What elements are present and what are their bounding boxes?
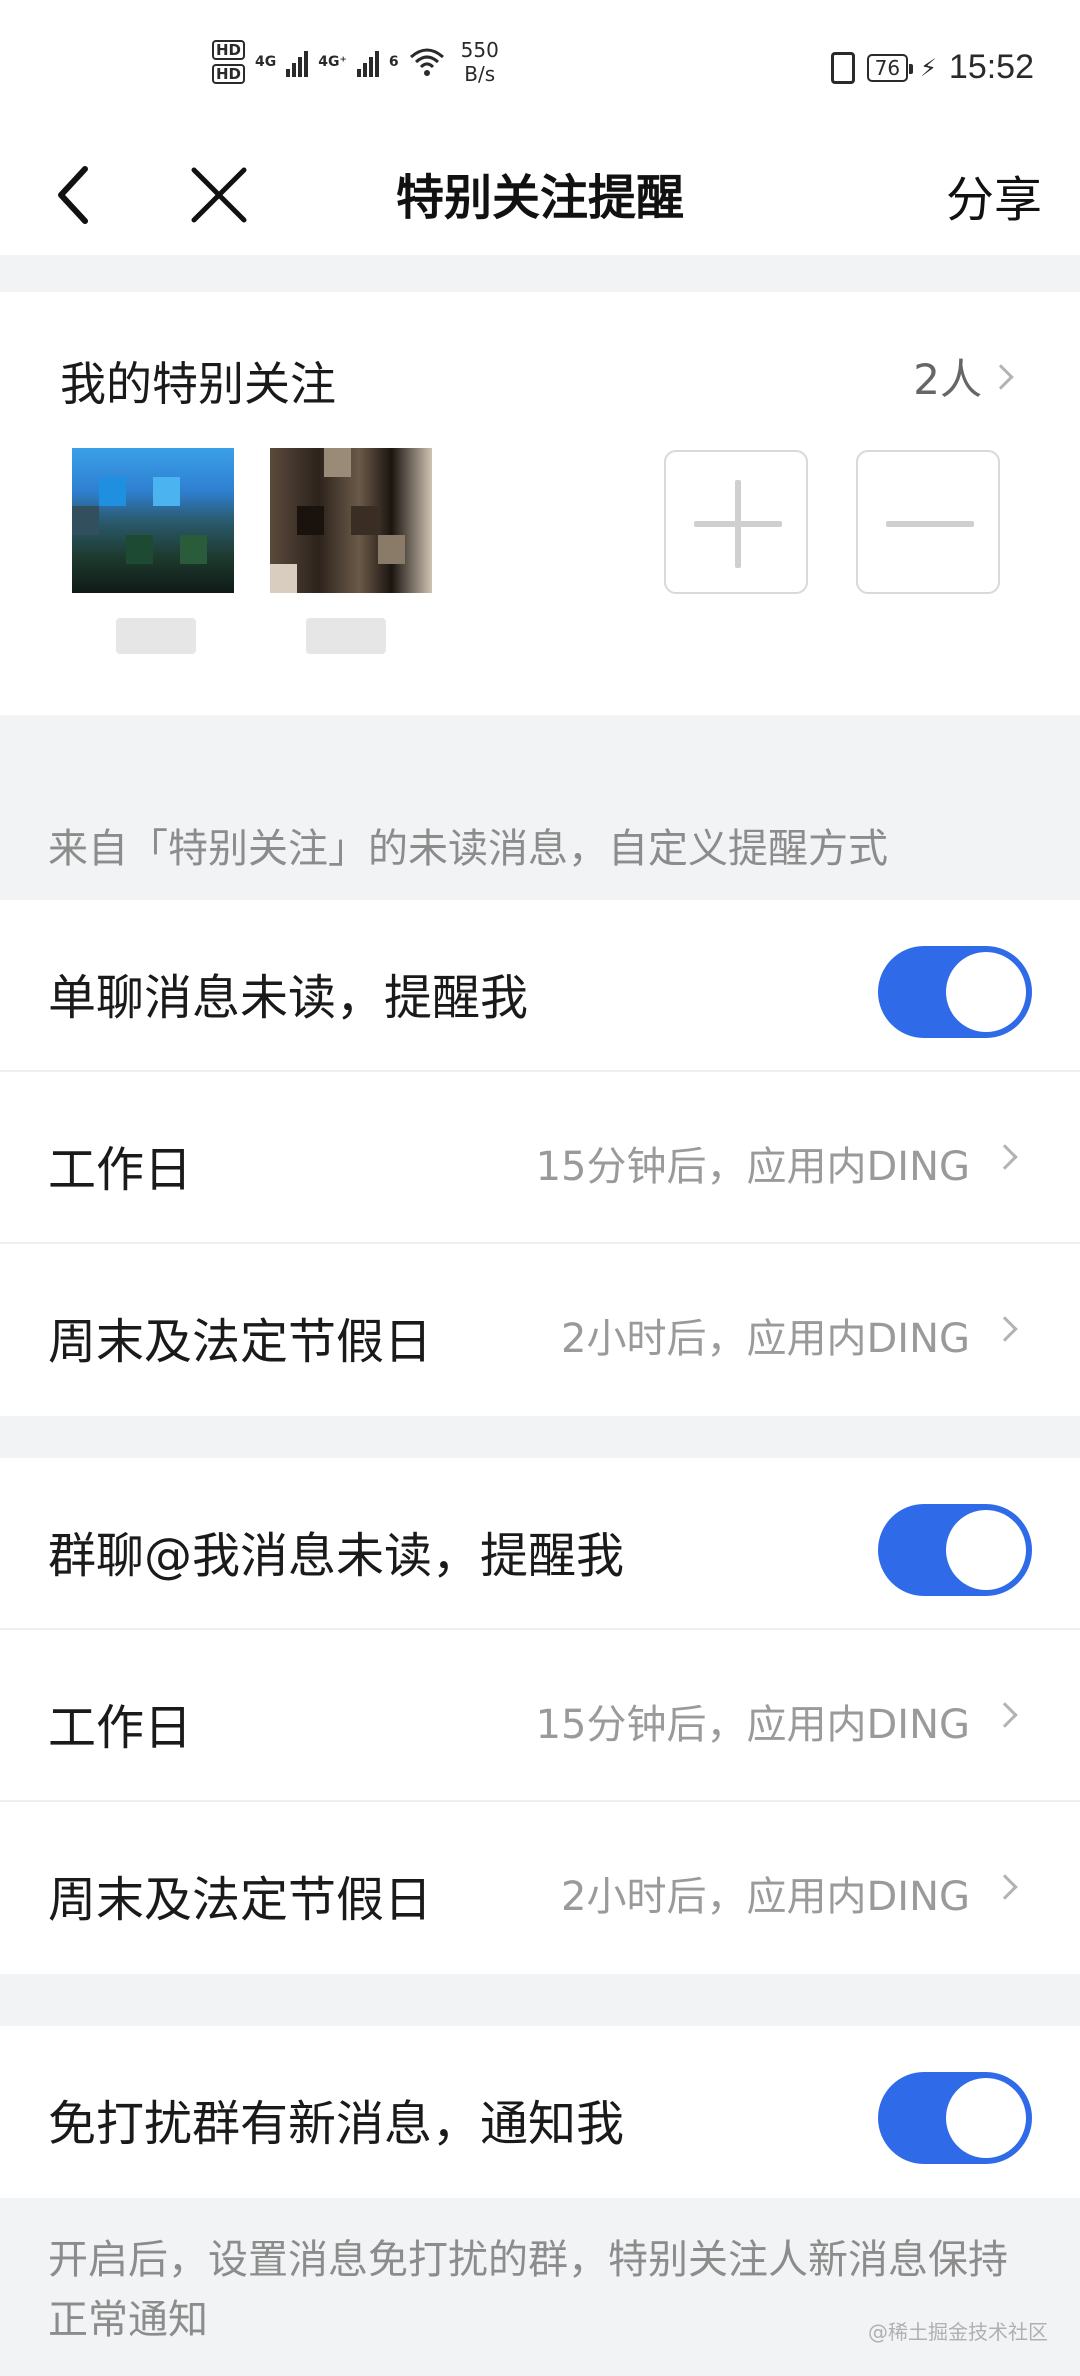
holiday-label: 周末及法定节假日 [48,1872,433,1928]
single-chat-toggle-row: 单聊消息未读，提醒我 [0,900,1080,1072]
chevron-right-icon [992,1702,1018,1728]
charging-icon: ⚡ [920,53,937,82]
back-button[interactable] [28,150,118,240]
dnd-toggle-label: 免打扰群有新消息，通知我 [48,2096,625,2152]
single-chat-group: 单聊消息未读，提醒我 工作日 15分钟后，应用内DING 周末及法定节假日 2小… [0,900,1080,1416]
chevron-right-icon [988,363,1014,390]
nav-bar: 特别关注提醒 分享 [0,130,1080,255]
toggle-knob [946,2078,1026,2158]
clock: 15:52 [948,48,1034,86]
toggle-knob [946,952,1026,1032]
chevron-right-icon [992,1874,1018,1900]
contact-name-blurred [306,618,386,654]
chevron-left-icon [58,166,88,224]
battery-icon: 76 [866,53,914,82]
network-type-1: 4G [255,54,277,70]
chevron-right-icon [992,1316,1018,1342]
close-button[interactable] [174,150,264,240]
remove-member-button[interactable] [856,450,1000,594]
status-right: 76 ⚡ 15:52 [830,48,1034,87]
holiday-value: 2小时后，应用内DING [561,1874,970,1920]
workday-value: 15分钟后，应用内DING [535,1144,970,1190]
share-button[interactable]: 分享 [946,160,1042,230]
status-bar: HD HD 4G 4G⁺ 6 550 B/s 76 ⚡ 15:52 [0,0,1080,130]
avatar[interactable] [270,448,432,593]
hd-badge-1: HD [212,40,246,60]
group-chat-toggle[interactable] [878,1504,1032,1596]
group-chat-workday-row[interactable]: 工作日 15分钟后，应用内DING [0,1630,1080,1802]
single-chat-toggle[interactable] [878,946,1032,1038]
workday-label: 工作日 [48,1142,193,1198]
section-note: 来自「特别关注」的未读消息，自定义提醒方式 [48,826,888,872]
single-chat-workday-row[interactable]: 工作日 15分钟后，应用内DING [0,1072,1080,1244]
dnd-toggle-row: 免打扰群有新消息，通知我 [0,2026,1080,2198]
net-speed-value: 550 [460,38,499,62]
hd-badge-2: HD [212,64,246,84]
avatar[interactable] [72,448,234,593]
signal-icon [286,47,309,77]
wifi-badge: 6 [388,54,399,70]
single-chat-holiday-row[interactable]: 周末及法定节假日 2小时后，应用内DING [0,1244,1080,1416]
holiday-label: 周末及法定节假日 [48,1314,433,1370]
close-icon [191,167,247,223]
group-chat-toggle-label: 群聊@我消息未读，提醒我 [48,1528,625,1584]
group-chat-group: 群聊@我消息未读，提醒我 工作日 15分钟后，应用内DING 周末及法定节假日 … [0,1458,1080,1974]
add-member-button[interactable] [664,450,808,594]
dnd-group: 免打扰群有新消息，通知我 [0,2026,1080,2198]
dnd-toggle[interactable] [878,2072,1032,2164]
group-chat-holiday-row[interactable]: 周末及法定节假日 2小时后，应用内DING [0,1802,1080,1974]
watermark: @稀土掘金技术社区 [868,2320,1048,2344]
toggle-knob [946,1510,1026,1590]
holiday-value: 2小时后，应用内DING [561,1316,970,1362]
follow-count-link[interactable]: 2人 [913,346,1014,407]
workday-label: 工作日 [48,1700,193,1756]
workday-value: 15分钟后，应用内DING [535,1702,970,1748]
net-speed-unit: B/s [464,62,496,86]
single-chat-toggle-label: 单聊消息未读，提醒我 [48,970,529,1026]
signal-icon-2 [356,47,379,77]
special-follow-title: 我的特别关注 [60,357,336,411]
group-chat-toggle-row: 群聊@我消息未读，提醒我 [0,1458,1080,1630]
status-left: HD HD 4G 4G⁺ 6 550 B/s [212,38,499,86]
network-type-2: 4G⁺ [318,54,347,70]
net-speed: 550 B/s [461,38,499,86]
chevron-right-icon [992,1144,1018,1170]
follow-count: 2人 [913,355,982,404]
wifi-icon [409,48,444,76]
page-title: 特别关注提醒 [395,170,684,226]
vibrate-icon [830,51,855,84]
special-follow-card: 我的特别关注 2人 [0,292,1080,715]
contact-name-blurred [116,618,196,654]
